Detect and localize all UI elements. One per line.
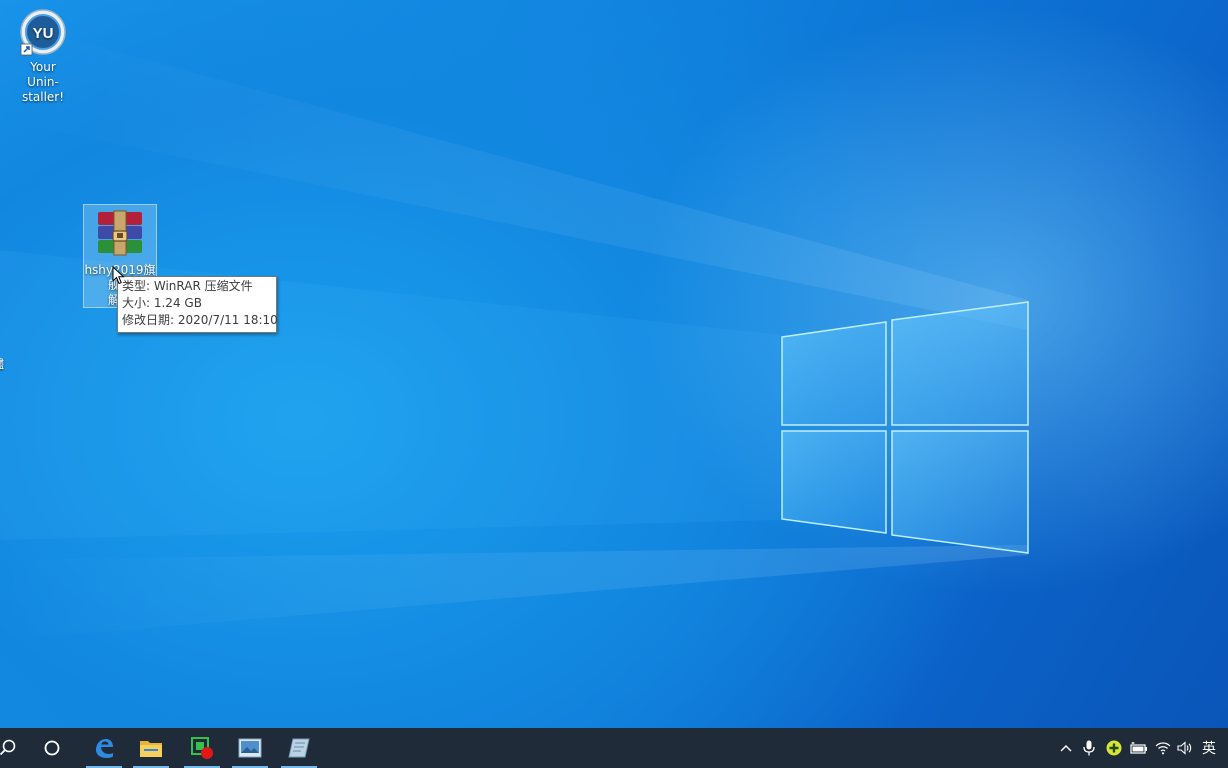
- taskbar-notepad-button[interactable]: [277, 728, 321, 768]
- taskbar-screen-recorder-button[interactable]: [180, 728, 224, 768]
- desktop[interactable]: YU Your Unin-staller! hshy2019旗 舰版 解压 。 …: [0, 0, 1228, 728]
- network-tray-button[interactable]: [1153, 728, 1173, 768]
- cortana-button[interactable]: [30, 728, 74, 768]
- taskbar-file-explorer-button[interactable]: [129, 728, 173, 768]
- mouse-cursor-icon: [112, 266, 125, 285]
- input-method-indicator[interactable]: 英: [1198, 728, 1220, 768]
- microphone-tray-button[interactable]: [1080, 728, 1098, 768]
- search-icon: [0, 739, 16, 756]
- battery-tray-button[interactable]: [1128, 728, 1150, 768]
- tooltip-type: 类型: WinRAR 压缩文件: [122, 279, 253, 293]
- microphone-icon: [1083, 740, 1095, 756]
- speaker-icon: [1177, 741, 1192, 755]
- volume-tray-button[interactable]: [1175, 728, 1195, 768]
- edge-icon: [96, 739, 113, 758]
- winrar-archive-icon: [94, 209, 146, 261]
- show-hidden-icons-button[interactable]: [1056, 728, 1076, 768]
- screen-recorder-icon: [191, 737, 213, 759]
- search-button[interactable]: [0, 728, 30, 768]
- wifi-icon: [1155, 742, 1171, 755]
- file-info-tooltip: 类型: WinRAR 压缩文件 大小: 1.24 GB 修改日期: 2020/7…: [117, 276, 278, 333]
- your-uninstaller-desktop-icon[interactable]: YU Your Unin-staller!: [7, 2, 79, 105]
- icon-label-line1: Your: [30, 60, 56, 74]
- offscreen-icon-fragment: 。: [0, 258, 6, 275]
- windows-logo-wallpaper: [0, 20, 1029, 640]
- taskbar: 英: [0, 728, 1228, 768]
- taskbar-edge-button[interactable]: [82, 728, 126, 768]
- battery-icon: [1130, 742, 1147, 754]
- tooltip-size: 大小: 1.24 GB: [122, 296, 202, 310]
- taskbar-photos-button[interactable]: [228, 728, 272, 768]
- notepad-icon: [288, 738, 310, 758]
- file-explorer-icon: [140, 741, 162, 757]
- icon-label-line2: Unin-staller!: [21, 75, 65, 104]
- offscreen-icon-fragment: 贐: [0, 355, 4, 372]
- app-tray-button[interactable]: [1104, 728, 1124, 768]
- svg-text:YU: YU: [33, 25, 54, 42]
- your-uninstaller-icon: YU: [19, 8, 67, 56]
- cortana-icon: [44, 740, 60, 756]
- photos-icon: [238, 738, 262, 758]
- green-plus-icon: [1106, 740, 1122, 756]
- tooltip-modified: 修改日期: 2020/7/11 18:10: [122, 313, 278, 327]
- chevron-up-icon: [1060, 744, 1072, 752]
